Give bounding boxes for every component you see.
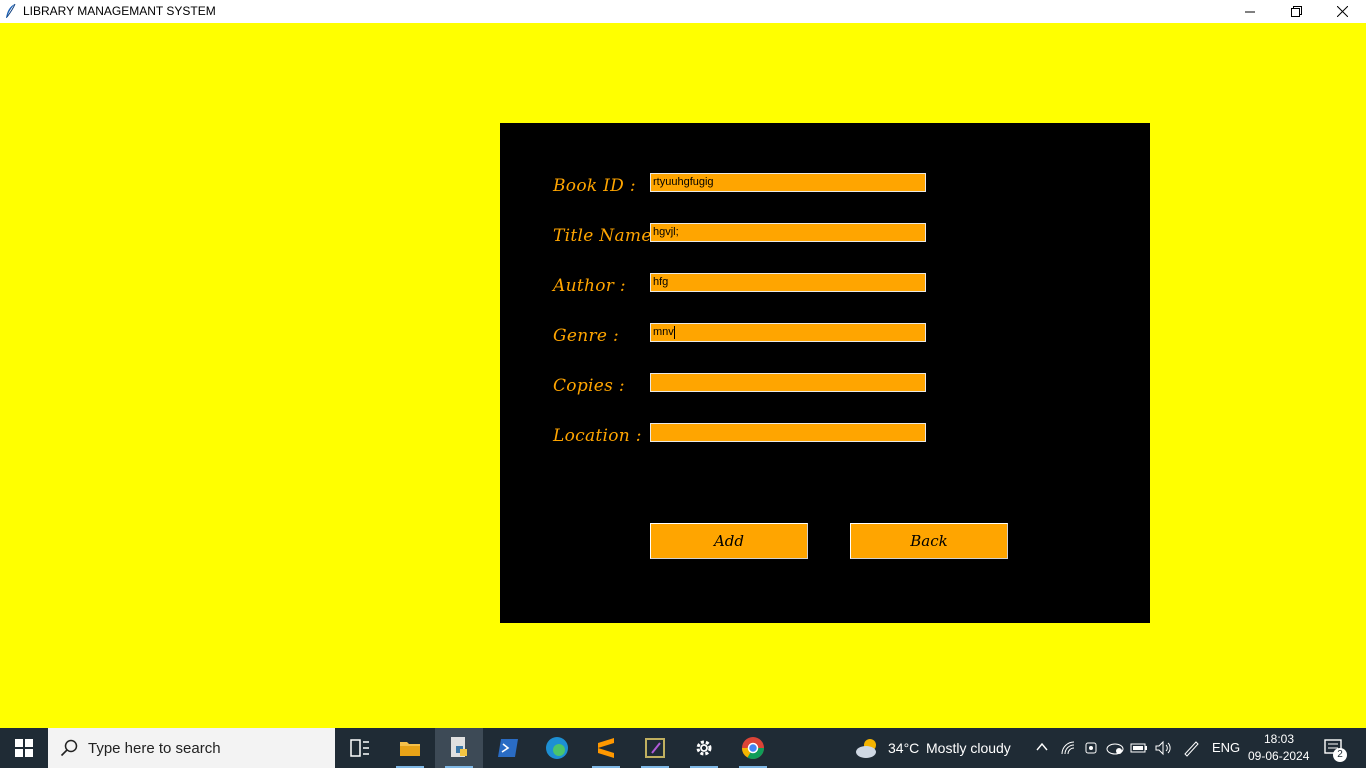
chevron-up-icon[interactable] bbox=[1036, 742, 1048, 752]
taskbar-snipping-tool[interactable] bbox=[631, 728, 679, 768]
windows-icon bbox=[15, 739, 33, 757]
speaker-icon[interactable] bbox=[1154, 740, 1172, 756]
battery-icon[interactable] bbox=[1130, 741, 1148, 755]
add-button[interactable]: Add bbox=[650, 523, 808, 559]
taskbar-edge[interactable] bbox=[533, 728, 581, 768]
genre-value: mnv bbox=[653, 326, 674, 338]
close-icon bbox=[1336, 6, 1348, 17]
chrome-icon bbox=[742, 737, 764, 759]
taskbar-sublime[interactable] bbox=[582, 728, 630, 768]
feather-icon bbox=[6, 3, 16, 18]
location-input[interactable] bbox=[650, 423, 926, 442]
task-view-button[interactable] bbox=[336, 728, 384, 768]
language-indicator[interactable]: ENG bbox=[1212, 740, 1240, 755]
taskbar-file-explorer[interactable] bbox=[386, 728, 434, 768]
notification-count: 2 bbox=[1337, 749, 1343, 760]
copies-label: Copies : bbox=[553, 376, 625, 396]
clock-time[interactable]: 18:03 bbox=[1264, 732, 1294, 746]
restore-icon bbox=[1290, 6, 1302, 17]
search-icon bbox=[60, 739, 78, 757]
location-label: Location : bbox=[553, 426, 642, 446]
gear-icon bbox=[696, 740, 712, 756]
taskbar-settings[interactable] bbox=[680, 728, 728, 768]
clock-date[interactable]: 09-06-2024 bbox=[1248, 749, 1309, 763]
copies-input[interactable] bbox=[650, 373, 926, 392]
onedrive-icon[interactable] bbox=[1106, 741, 1124, 755]
title-name-label: Title Name : bbox=[553, 226, 664, 246]
powershell-icon bbox=[498, 739, 518, 757]
pen-icon[interactable] bbox=[1182, 739, 1200, 757]
title-name-value: hgvjl; bbox=[653, 226, 679, 238]
search-placeholder: Type here to search bbox=[88, 740, 221, 757]
start-button[interactable] bbox=[0, 728, 48, 768]
taskbar-chrome[interactable] bbox=[729, 728, 777, 768]
taskbar-powershell[interactable] bbox=[484, 728, 532, 768]
python-file-icon bbox=[451, 737, 467, 757]
author-input[interactable]: hfg bbox=[650, 273, 926, 292]
snipping-icon bbox=[645, 738, 665, 758]
restore-button[interactable] bbox=[1273, 0, 1319, 23]
meet-now-icon[interactable] bbox=[1084, 740, 1100, 756]
author-label: Author : bbox=[553, 276, 626, 296]
genre-input[interactable]: mnv bbox=[650, 323, 926, 342]
wifi-icon[interactable] bbox=[1060, 740, 1076, 756]
book-id-value: rtyuuhgfugig bbox=[653, 176, 714, 188]
minimize-icon bbox=[1245, 11, 1255, 12]
text-cursor bbox=[673, 325, 675, 339]
title-name-input[interactable]: hgvjl; bbox=[650, 223, 926, 242]
taskbar-search-box[interactable]: Type here to search bbox=[48, 728, 335, 768]
back-button[interactable]: Back bbox=[850, 523, 1008, 559]
sublime-icon bbox=[598, 738, 614, 758]
task-view-icon bbox=[350, 739, 369, 757]
weather-description[interactable]: Mostly cloudy bbox=[926, 740, 1011, 756]
edge-icon bbox=[546, 737, 568, 759]
book-form-panel: Book ID : rtyuuhgfugig Title Name : hgvj… bbox=[500, 123, 1150, 623]
cloudy-weather-icon bbox=[856, 739, 876, 758]
author-value: hfg bbox=[653, 276, 669, 288]
taskbar: Type here to search 34°C Mostly cloudy E… bbox=[0, 728, 1366, 768]
close-button[interactable] bbox=[1319, 0, 1365, 23]
folder-icon bbox=[400, 742, 420, 756]
window-title: LIBRARY MANAGEMANT SYSTEM bbox=[23, 4, 216, 18]
notification-badge: 2 bbox=[1333, 748, 1347, 762]
title-bar: LIBRARY MANAGEMANT SYSTEM bbox=[0, 0, 1366, 23]
genre-label: Genre : bbox=[553, 326, 620, 346]
book-id-input[interactable]: rtyuuhgfugig bbox=[650, 173, 926, 192]
book-id-label: Book ID : bbox=[553, 176, 636, 196]
taskbar-python-app[interactable] bbox=[435, 728, 483, 768]
weather-temperature[interactable]: 34°C bbox=[888, 740, 919, 756]
minimize-button[interactable] bbox=[1227, 0, 1273, 23]
